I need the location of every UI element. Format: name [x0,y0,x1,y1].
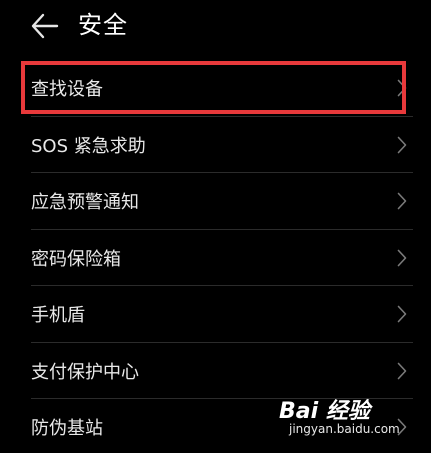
list-item-fake-base-station[interactable]: 防伪基站 [0,399,431,453]
list-item-label: 查找设备 [31,79,103,101]
list-item-password-vault[interactable]: 密码保险箱 [0,230,431,286]
list-item-phone-shield[interactable]: 手机盾 [0,286,431,343]
chevron-right-icon [397,192,407,210]
list-item-emergency-alerts[interactable]: 应急预警通知 [0,173,431,230]
back-button[interactable] [30,12,60,40]
list-item-label: 支付保护中心 [31,361,139,383]
header: 安全 [0,0,431,52]
list-item-payment-protection[interactable]: 支付保护中心 [0,343,431,399]
page-title: 安全 [78,11,128,39]
list-item-sos[interactable]: SOS 紧急求助 [0,117,431,173]
list-item-label: 应急预警通知 [31,192,139,214]
chevron-right-icon [397,362,407,380]
chevron-right-icon [397,136,407,154]
settings-list: 查找设备 SOS 紧急求助 应急预警通知 密码保险箱 手机盾 支付保护中心 防伪… [0,60,431,453]
list-item-label: SOS 紧急求助 [31,135,146,157]
list-item-label: 手机盾 [31,305,85,327]
arrow-left-icon [31,13,59,39]
list-item-label: 防伪基站 [31,418,103,440]
list-item-find-device[interactable]: 查找设备 [0,60,431,117]
chevron-right-icon [397,418,407,436]
chevron-right-icon [397,249,407,267]
chevron-right-icon [397,305,407,323]
security-settings-screen: 安全 查找设备 SOS 紧急求助 应急预警通知 密码保险箱 手机盾 支付保护中心… [0,0,431,453]
list-item-label: 密码保险箱 [31,248,121,270]
chevron-right-icon [397,79,407,97]
